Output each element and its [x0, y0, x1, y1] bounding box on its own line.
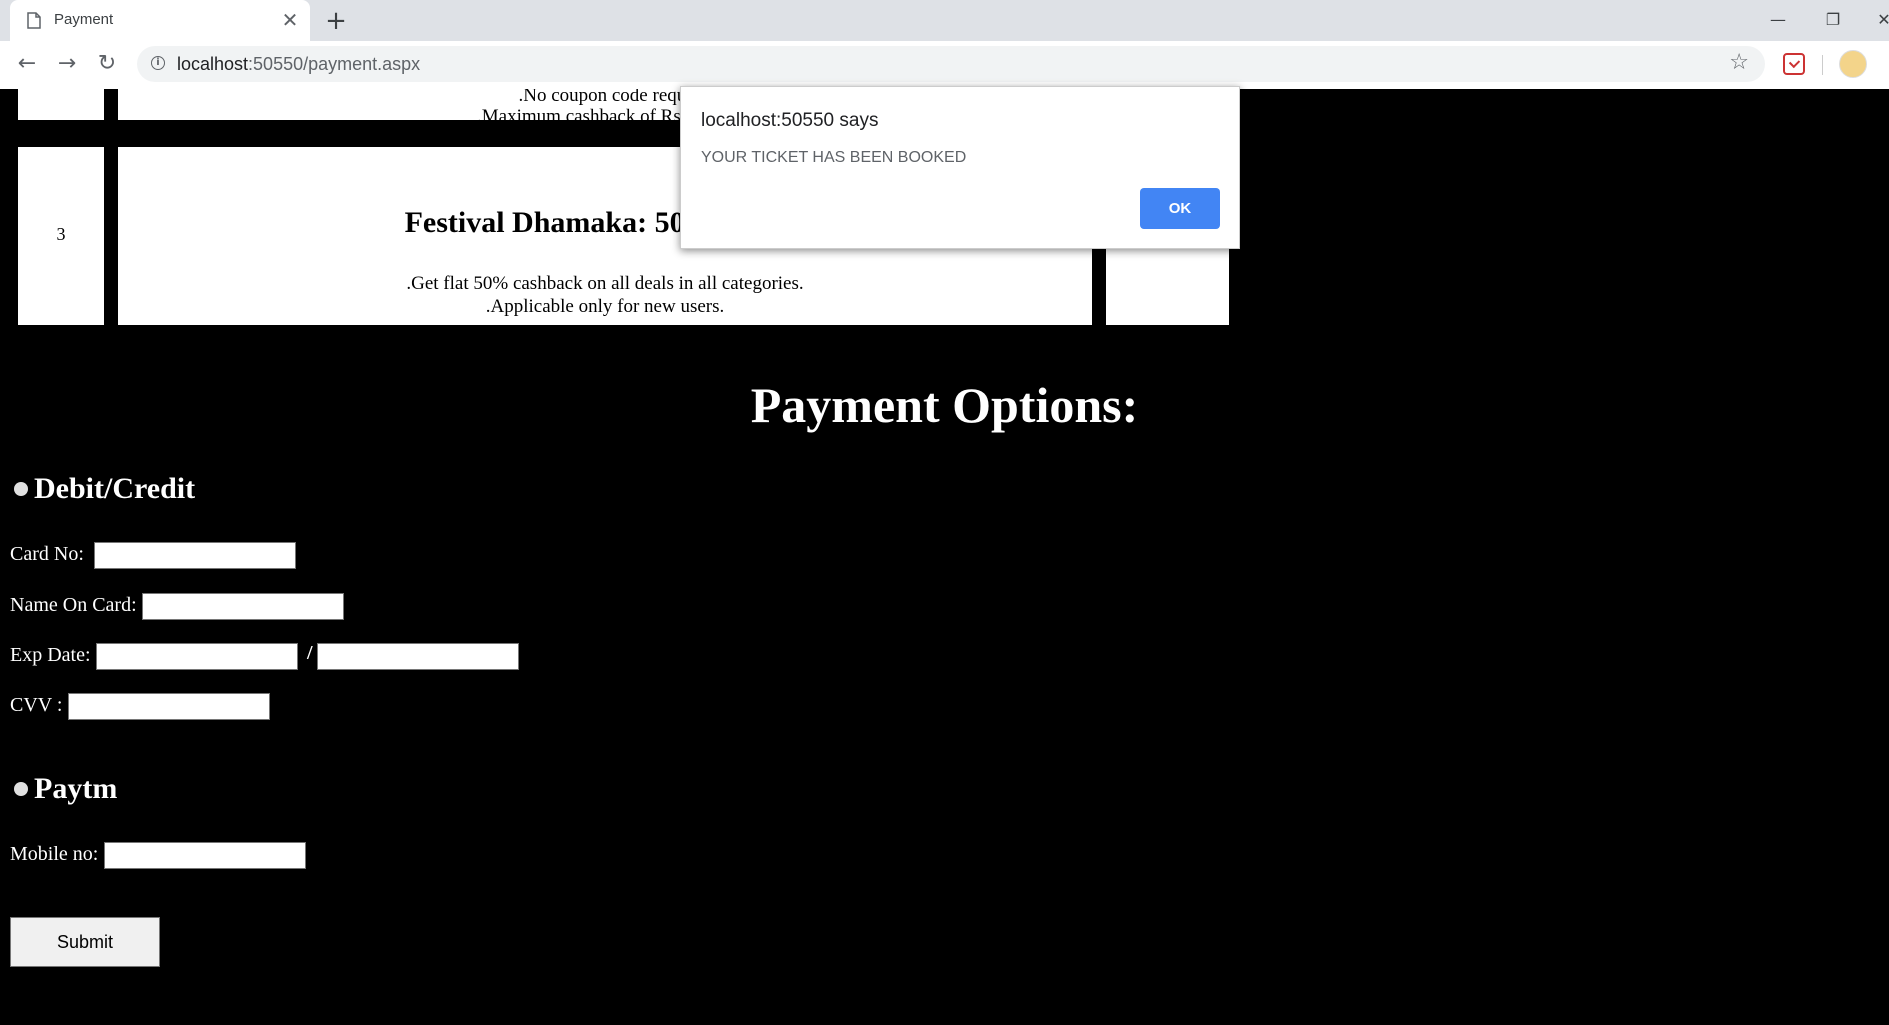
profile-avatar[interactable]: [1839, 50, 1867, 78]
close-window-button[interactable]: ✕: [1872, 8, 1889, 32]
tab-close-icon[interactable]: ✕: [280, 10, 300, 30]
browser-toolbar: ← → ↻ i localhost:50550/payment.aspx ☆: [0, 41, 1889, 90]
mobile-no-input[interactable]: [104, 842, 306, 869]
url-text: localhost:50550/payment.aspx: [177, 54, 420, 75]
reload-icon[interactable]: ↻: [92, 49, 122, 79]
new-tab-button[interactable]: +: [322, 7, 350, 35]
address-bar[interactable]: i localhost:50550/payment.aspx ☆: [137, 46, 1765, 82]
paytm-option[interactable]: Paytm: [14, 772, 117, 806]
dialog-title: localhost:50550 says: [701, 110, 879, 131]
offer-row3-number-cell: 3: [18, 147, 104, 325]
tab-payment[interactable]: Payment ✕: [10, 0, 310, 41]
minimize-button[interactable]: —: [1766, 8, 1790, 32]
exp-date-separator: /: [307, 642, 313, 664]
url-host: localhost: [177, 54, 249, 74]
alert-dialog: localhost:50550 says YOUR TICKET HAS BEE…: [680, 86, 1240, 249]
dialog-message: YOUR TICKET HAS BEEN BOOKED: [701, 149, 967, 166]
offer-row3-line2: .Applicable only for new users.: [485, 296, 725, 317]
debit-credit-option[interactable]: Debit/Credit: [14, 472, 195, 506]
name-on-card-input[interactable]: [142, 593, 344, 620]
pocket-extension-icon[interactable]: [1783, 53, 1805, 75]
cvv-label: CVV :: [10, 694, 63, 716]
name-on-card-label: Name On Card:: [10, 594, 137, 616]
card-no-label: Card No:: [10, 543, 84, 565]
exp-date-label: Exp Date:: [10, 644, 91, 666]
tab-strip: Payment ✕ + — ❐ ✕: [0, 0, 1889, 41]
offer-row2-number-cell: [18, 89, 104, 120]
submit-button[interactable]: Submit: [10, 917, 160, 967]
toolbar-divider: [1822, 55, 1823, 75]
bookmark-star-icon[interactable]: ☆: [1729, 50, 1749, 75]
payment-options-heading: Payment Options:: [750, 377, 1139, 433]
debit-credit-radio[interactable]: [14, 482, 28, 496]
offer-row3-line1: .Get flat 50% cashback on all deals in a…: [406, 273, 804, 294]
tab-title: Payment: [54, 11, 114, 28]
url-path: :50550/payment.aspx: [248, 54, 421, 74]
dialog-ok-button[interactable]: OK: [1140, 188, 1220, 229]
back-icon[interactable]: ←: [12, 49, 42, 79]
mobile-no-label: Mobile no:: [10, 843, 99, 865]
site-info-icon[interactable]: i: [151, 56, 165, 70]
offer-row3-number: 3: [56, 224, 66, 244]
paytm-radio[interactable]: [14, 782, 28, 796]
browser-chrome: Payment ✕ + — ❐ ✕ ← → ↻ i localhost:5055…: [0, 0, 1889, 90]
document-icon: [27, 12, 41, 29]
exp-year-input[interactable]: [317, 643, 519, 670]
paytm-heading: Paytm: [34, 772, 118, 805]
forward-icon[interactable]: →: [52, 49, 82, 79]
restore-button[interactable]: ❐: [1821, 8, 1845, 32]
cvv-input[interactable]: [68, 693, 270, 720]
card-no-input[interactable]: [94, 542, 296, 569]
debit-credit-heading: Debit/Credit: [34, 472, 196, 505]
exp-month-input[interactable]: [96, 643, 298, 670]
